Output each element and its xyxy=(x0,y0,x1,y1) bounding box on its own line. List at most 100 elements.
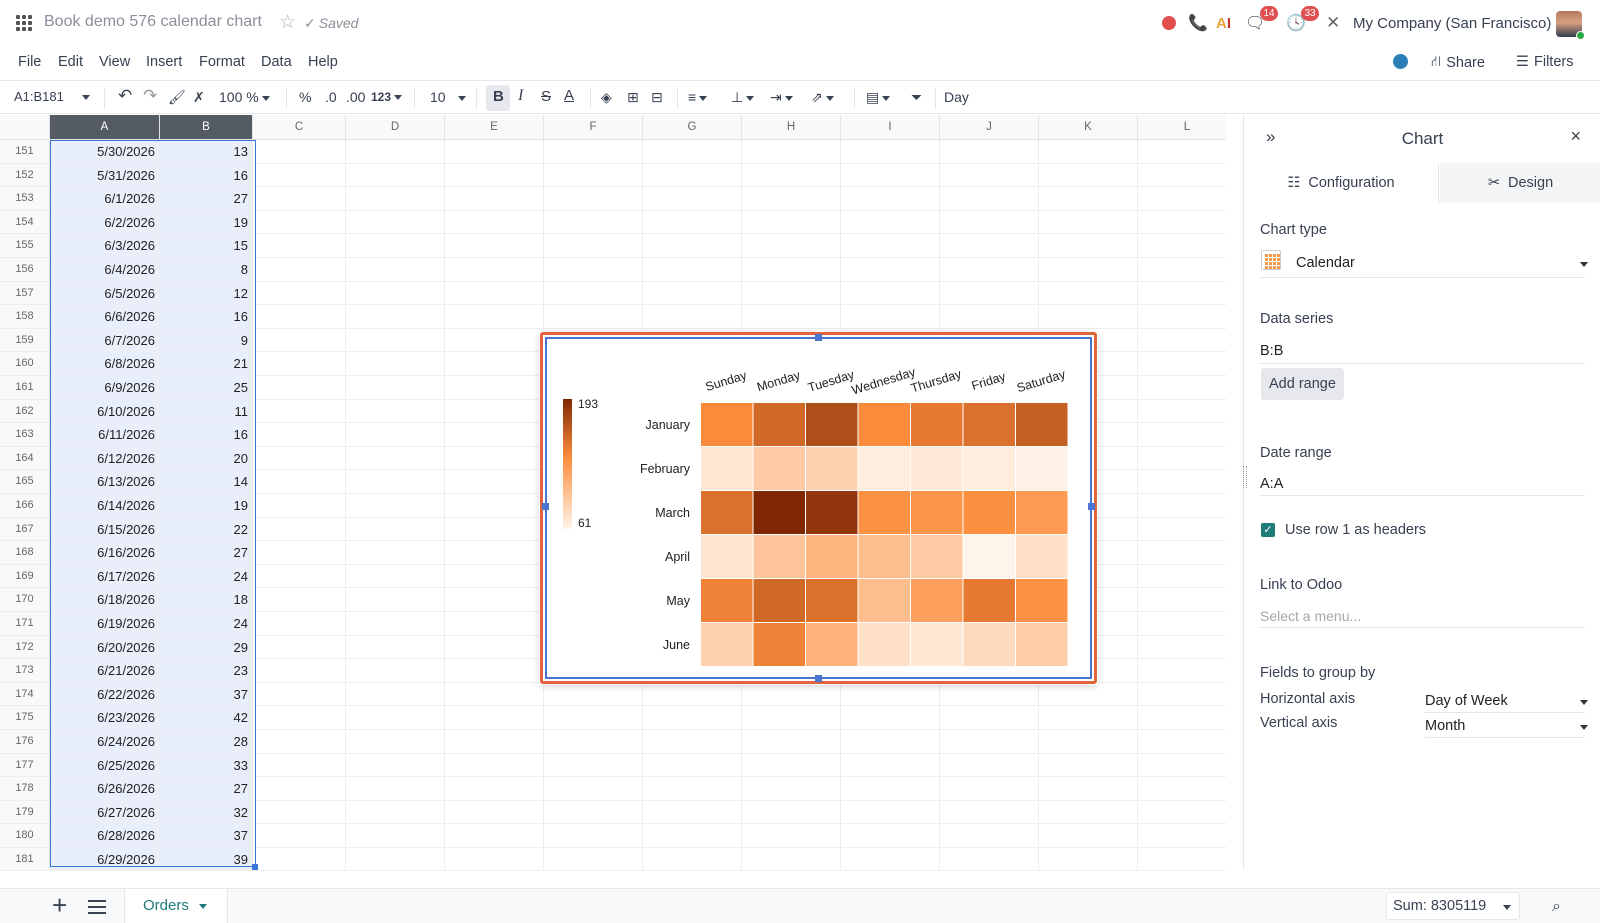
row-header[interactable]: 171 xyxy=(0,612,50,636)
grid-cell[interactable] xyxy=(1138,164,1226,188)
grid-cell[interactable] xyxy=(346,470,445,494)
grid-cell[interactable]: 5/31/2026 xyxy=(50,163,160,188)
text-rotate-icon[interactable]: ⇗ xyxy=(811,89,834,106)
grid-cell[interactable] xyxy=(346,258,445,282)
row-header[interactable]: 181 xyxy=(0,848,50,870)
grid-cell[interactable] xyxy=(445,848,544,870)
grid-cell[interactable] xyxy=(1039,730,1138,754)
grid-cell[interactable] xyxy=(346,659,445,683)
grid-cell[interactable] xyxy=(742,140,841,164)
grid-cell[interactable] xyxy=(1138,211,1226,235)
grid-cell[interactable] xyxy=(445,399,544,424)
link-menu-input[interactable]: Select a menu... xyxy=(1260,608,1361,624)
grid-cell[interactable] xyxy=(841,824,940,848)
record-icon[interactable] xyxy=(1162,10,1176,36)
grid-cell[interactable] xyxy=(1039,682,1138,707)
grid-cell[interactable] xyxy=(841,848,940,870)
grid-cell[interactable]: 39 xyxy=(160,848,253,870)
menu-file[interactable]: File xyxy=(18,54,41,70)
grid-cell[interactable] xyxy=(253,305,346,329)
grid-cell[interactable] xyxy=(346,612,445,636)
grid-cell[interactable]: 37 xyxy=(160,682,253,707)
range-selector[interactable]: A1:B181 xyxy=(14,89,90,104)
grid-cell[interactable] xyxy=(253,541,346,565)
grid-cell[interactable] xyxy=(346,187,445,211)
grid-cell[interactable]: 6/20/2026 xyxy=(50,635,160,660)
grid-cell[interactable]: 21 xyxy=(160,352,253,376)
grid-cell[interactable] xyxy=(544,824,643,848)
grid-cell[interactable] xyxy=(742,234,841,258)
grid-cell[interactable]: 6/21/2026 xyxy=(50,659,160,683)
grid-cell[interactable] xyxy=(1039,281,1138,306)
grid-cell[interactable] xyxy=(643,234,742,258)
grid-cell[interactable] xyxy=(1138,754,1226,778)
zoom-selector[interactable]: 100 % xyxy=(219,89,270,105)
panel-resize-handle[interactable] xyxy=(1243,466,1247,488)
grid-cell[interactable] xyxy=(742,848,841,870)
grid-cell[interactable] xyxy=(445,612,544,636)
grid-cell[interactable] xyxy=(346,305,445,329)
close-icon[interactable]: × xyxy=(1570,126,1581,147)
grid-cell[interactable] xyxy=(544,777,643,801)
vertical-axis-select[interactable]: Month xyxy=(1425,718,1465,734)
grid-cell[interactable]: 16 xyxy=(160,423,253,447)
grid-cell[interactable] xyxy=(841,682,940,707)
grid-cell[interactable]: 16 xyxy=(160,163,253,188)
grid-cell[interactable] xyxy=(253,517,346,542)
bold-button[interactable]: B xyxy=(493,88,504,105)
grid-cell[interactable] xyxy=(1138,801,1226,825)
row-header[interactable]: 159 xyxy=(0,328,50,353)
grid-cell[interactable] xyxy=(544,258,643,282)
grid-cell[interactable]: 6/25/2026 xyxy=(50,753,160,778)
column-header-k[interactable]: K xyxy=(1039,115,1138,140)
column-header-h[interactable]: H xyxy=(742,115,841,140)
grid-cell[interactable]: 6/15/2026 xyxy=(50,517,160,542)
grid-cell[interactable] xyxy=(544,210,643,235)
grid-cell[interactable] xyxy=(544,305,643,329)
grid-cell[interactable] xyxy=(253,187,346,211)
grid-cell[interactable] xyxy=(346,494,445,518)
font-size-selector[interactable]: 10 xyxy=(430,89,466,105)
grid-cell[interactable] xyxy=(841,281,940,306)
grid-cell[interactable] xyxy=(1138,400,1226,424)
grid-cell[interactable] xyxy=(1138,234,1226,258)
grid-cell[interactable]: 37 xyxy=(160,824,253,848)
grid-cell[interactable] xyxy=(346,517,445,542)
grid-cell[interactable] xyxy=(253,777,346,801)
chart-resize-handle-top[interactable] xyxy=(815,334,822,341)
grid-cell[interactable] xyxy=(742,824,841,848)
sheet-tab-orders[interactable]: Orders xyxy=(124,889,228,923)
grid-cell[interactable] xyxy=(742,800,841,825)
grid-cell[interactable] xyxy=(445,328,544,353)
grid-cell[interactable] xyxy=(445,541,544,565)
grid-cell[interactable] xyxy=(841,777,940,801)
row-header[interactable]: 180 xyxy=(0,824,50,848)
chart-resize-handle-left[interactable] xyxy=(542,503,549,510)
grid-cell[interactable]: 11 xyxy=(160,399,253,424)
grid-cell[interactable]: 6/29/2026 xyxy=(50,848,160,870)
filters-button[interactable]: ☰ Filters xyxy=(1516,54,1573,70)
row-header[interactable]: 179 xyxy=(0,800,50,825)
grid-cell[interactable] xyxy=(253,494,346,518)
grid-cell[interactable]: 19 xyxy=(160,494,253,518)
grid-cell[interactable] xyxy=(544,187,643,211)
grid-cell[interactable] xyxy=(940,258,1039,282)
grid-cell[interactable] xyxy=(544,753,643,778)
row-header[interactable]: 157 xyxy=(0,281,50,306)
grid-cell[interactable]: 23 xyxy=(160,659,253,683)
grid-cell[interactable] xyxy=(643,682,742,707)
grid-cell[interactable] xyxy=(1138,423,1226,447)
grid-cell[interactable] xyxy=(253,281,346,306)
conditional-format-icon[interactable]: ▤ xyxy=(866,89,891,106)
row-header[interactable]: 172 xyxy=(0,635,50,660)
grid-cell[interactable] xyxy=(1039,848,1138,870)
percent-format-button[interactable]: % xyxy=(299,89,311,105)
row-header[interactable]: 167 xyxy=(0,517,50,542)
grid-cell[interactable]: 25 xyxy=(160,376,253,400)
grid-cell[interactable] xyxy=(253,659,346,683)
grid-cell[interactable]: 8 xyxy=(160,258,253,282)
grid-cell[interactable] xyxy=(445,352,544,376)
row-header[interactable]: 178 xyxy=(0,777,50,801)
grid-cell[interactable]: 12 xyxy=(160,281,253,306)
grid-cell[interactable] xyxy=(1039,234,1138,258)
